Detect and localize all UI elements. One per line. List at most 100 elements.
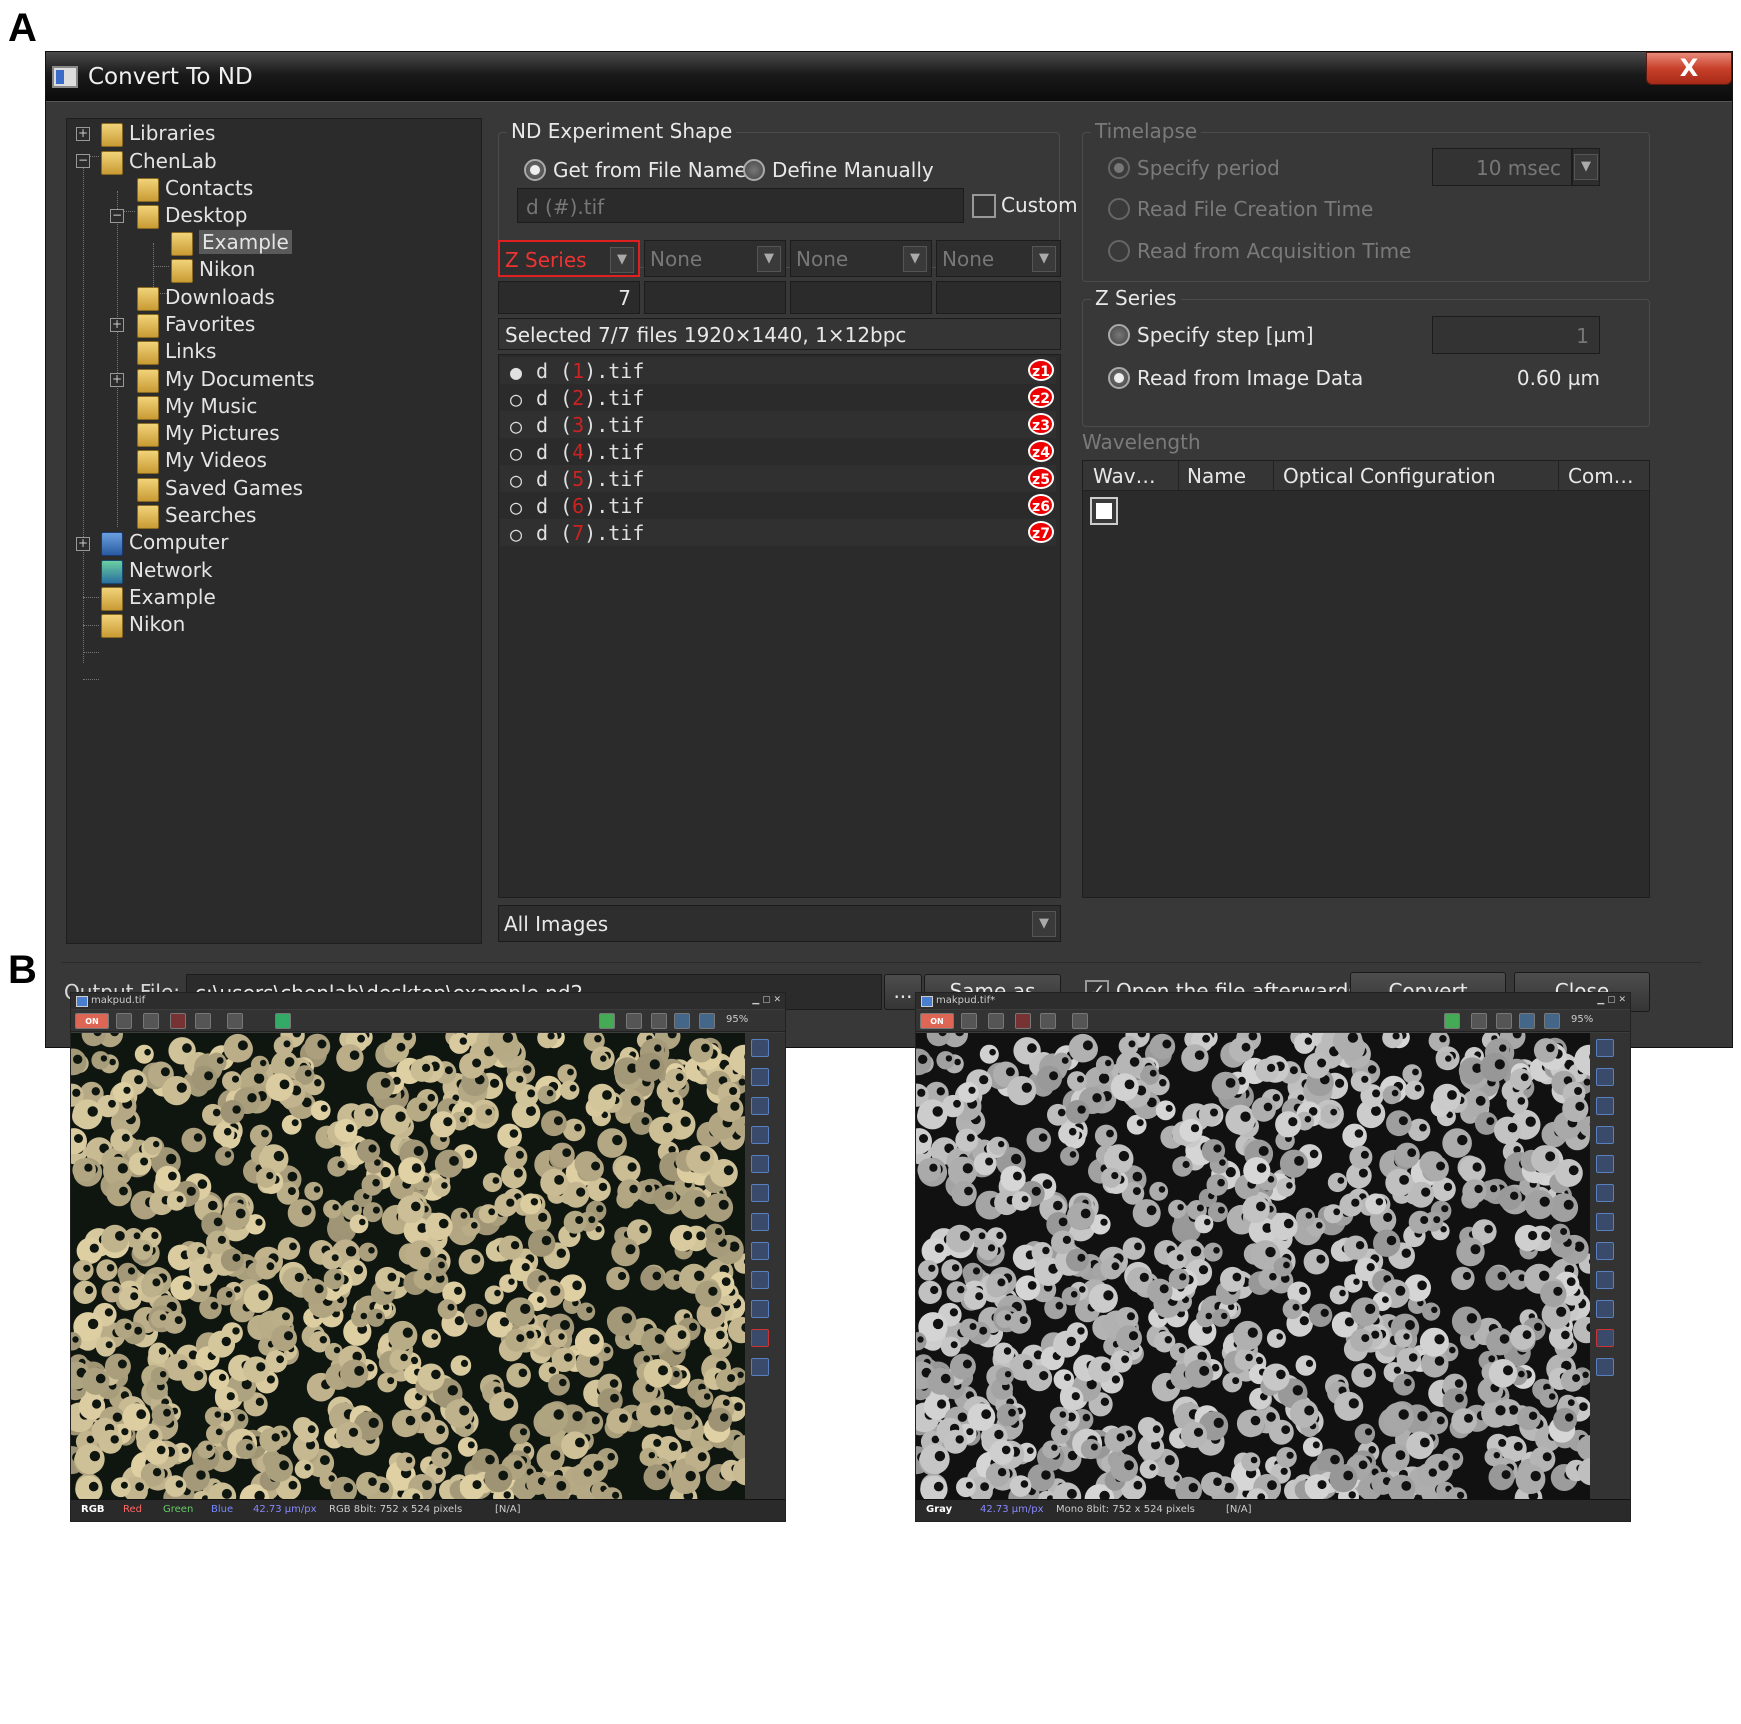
step-input[interactable]: 1 [1432,316,1600,354]
tree-item-libraries[interactable]: Libraries [101,121,215,147]
expand-icon[interactable]: + [110,318,124,332]
tree-item-favorites[interactable]: Favorites [137,312,255,338]
column-header[interactable]: Name [1187,464,1246,488]
fit-icon[interactable] [599,1013,615,1029]
dimension-2-combo[interactable]: None ▼ [644,240,786,277]
export-icon[interactable] [1040,1013,1056,1029]
side-tool-icon[interactable] [751,1039,769,1057]
acquisition-radio[interactable] [1108,240,1130,262]
channels-grid-icon[interactable] [275,1013,291,1029]
lut-icon[interactable] [116,1013,132,1029]
define-manually-radio[interactable] [743,159,765,181]
specify-period-radio[interactable] [1108,157,1130,179]
column-header[interactable]: Com… [1568,464,1648,488]
shape-icon[interactable] [1596,1184,1614,1202]
channel-icon[interactable] [170,1013,186,1029]
column-header[interactable]: Wav… [1093,464,1177,488]
lut-icon[interactable] [961,1013,977,1029]
channel-icon[interactable] [1015,1013,1031,1029]
export-icon[interactable] [195,1013,211,1029]
zoom-in-icon[interactable] [674,1013,690,1029]
collapse-icon[interactable]: − [110,209,124,223]
rgb-image[interactable] [71,1021,761,1514]
expand-icon[interactable]: + [76,537,90,551]
grid-icon[interactable] [751,1097,769,1115]
annotation-icon[interactable] [751,1329,769,1347]
wavelength-add-checkbox[interactable] [1090,497,1118,525]
tree-item-searches[interactable]: Searches [137,503,256,529]
close-window-button[interactable]: X [1646,52,1732,85]
expand-icon[interactable]: + [110,373,124,387]
zoom-level[interactable]: 95% [1571,1014,1593,1025]
fit-width-icon[interactable] [626,1013,642,1029]
window-controls[interactable]: ▁ ▢ ✕ [1597,995,1626,1005]
dimension-4-count[interactable] [936,281,1061,314]
scale-bar-icon[interactable] [751,1242,769,1260]
side-tool-icon[interactable] [1596,1039,1614,1057]
dropdown-arrow-icon[interactable]: ▼ [757,246,781,272]
tree-item-links[interactable]: Links [137,339,216,365]
tab-green[interactable]: Green [163,1504,193,1515]
column-header[interactable]: Optical Configuration [1283,464,1496,488]
dropdown-arrow-icon[interactable]: ▼ [1032,911,1056,937]
tree-item-saved-games[interactable]: Saved Games [137,476,303,502]
list-item[interactable]: ○ d (2).tif z2 [500,384,1056,411]
folder-tree[interactable]: + − − + + + Libraries ChenLab Contacts D… [66,118,482,944]
annotation-icon[interactable] [1596,1329,1614,1347]
wavelength-table[interactable]: Wav… Name Optical Configuration Com… [1082,460,1650,898]
on-toggle-button[interactable]: ON [75,1013,109,1029]
on-toggle-button[interactable]: ON [920,1013,954,1029]
one-to-one-icon[interactable] [1496,1013,1512,1029]
dropdown-arrow-icon[interactable]: ▼ [1032,246,1056,272]
zoom-in-icon[interactable] [1519,1013,1535,1029]
tab-rgb[interactable]: RGB [81,1504,105,1515]
scale-bar-icon[interactable] [1596,1242,1614,1260]
tab-gray[interactable]: Gray [926,1504,952,1515]
tree-item-example[interactable]: Example [101,585,216,611]
tab-red[interactable]: Red [123,1504,142,1515]
tree-item-my-videos[interactable]: My Videos [137,448,267,474]
custom-checkbox[interactable] [972,194,996,218]
tree-item-my-documents[interactable]: My Documents [137,367,314,393]
curve-icon[interactable] [1072,1013,1088,1029]
list-item[interactable]: ○ d (5).tif z5 [500,465,1056,492]
curve-icon[interactable] [227,1013,243,1029]
dimension-1-count[interactable]: 7 [498,281,640,314]
pointer-icon[interactable] [751,1300,769,1318]
text-icon[interactable] [751,1271,769,1289]
crop-icon[interactable] [1596,1155,1614,1173]
layer-icon[interactable] [1596,1358,1614,1376]
gray-image[interactable] [916,1021,1606,1514]
histogram-icon[interactable] [988,1013,1004,1029]
zoom-out-icon[interactable] [699,1013,715,1029]
collapse-icon[interactable]: − [76,154,90,168]
tab-blue[interactable]: Blue [211,1504,233,1515]
window-controls[interactable]: ▁ ▢ ✕ [752,995,781,1005]
tree-item-downloads[interactable]: Downloads [137,285,275,311]
histogram-icon[interactable] [143,1013,159,1029]
layer-icon[interactable] [751,1358,769,1376]
dropdown-arrow-icon[interactable]: ▼ [610,247,634,273]
tree-item-nikon[interactable]: Nikon [171,257,255,283]
side-tool-icon[interactable] [1596,1068,1614,1086]
dropdown-arrow-icon[interactable]: ▼ [1574,154,1598,180]
list-item[interactable]: ○ d (4).tif z4 [500,438,1056,465]
grid-icon[interactable] [1596,1097,1614,1115]
one-to-one-icon[interactable] [651,1013,667,1029]
expand-icon[interactable]: + [76,127,90,141]
dimension-2-count[interactable] [644,281,786,314]
file-list[interactable]: ● d (1).tif z1 ○ d (2).tif z2 ○ d (3).tif z3 ○… [498,354,1061,898]
tree-item-chenlab[interactable]: ChenLab [101,149,217,175]
dimension-4-combo[interactable]: None ▼ [936,240,1061,277]
tree-item-nikon-root[interactable]: Nikon [101,612,185,638]
ruler-icon[interactable] [751,1126,769,1144]
ruler-icon[interactable] [1596,1126,1614,1144]
measure-icon[interactable] [751,1213,769,1231]
zoom-level[interactable]: 95% [726,1014,748,1025]
dimension-3-count[interactable] [790,281,932,314]
tree-item-my-pictures[interactable]: My Pictures [137,421,280,447]
dropdown-arrow-icon[interactable]: ▼ [903,246,927,272]
image-filter-combo[interactable]: All Images ▼ [498,905,1061,942]
dimension-3-combo[interactable]: None ▼ [790,240,932,277]
fit-width-icon[interactable] [1471,1013,1487,1029]
